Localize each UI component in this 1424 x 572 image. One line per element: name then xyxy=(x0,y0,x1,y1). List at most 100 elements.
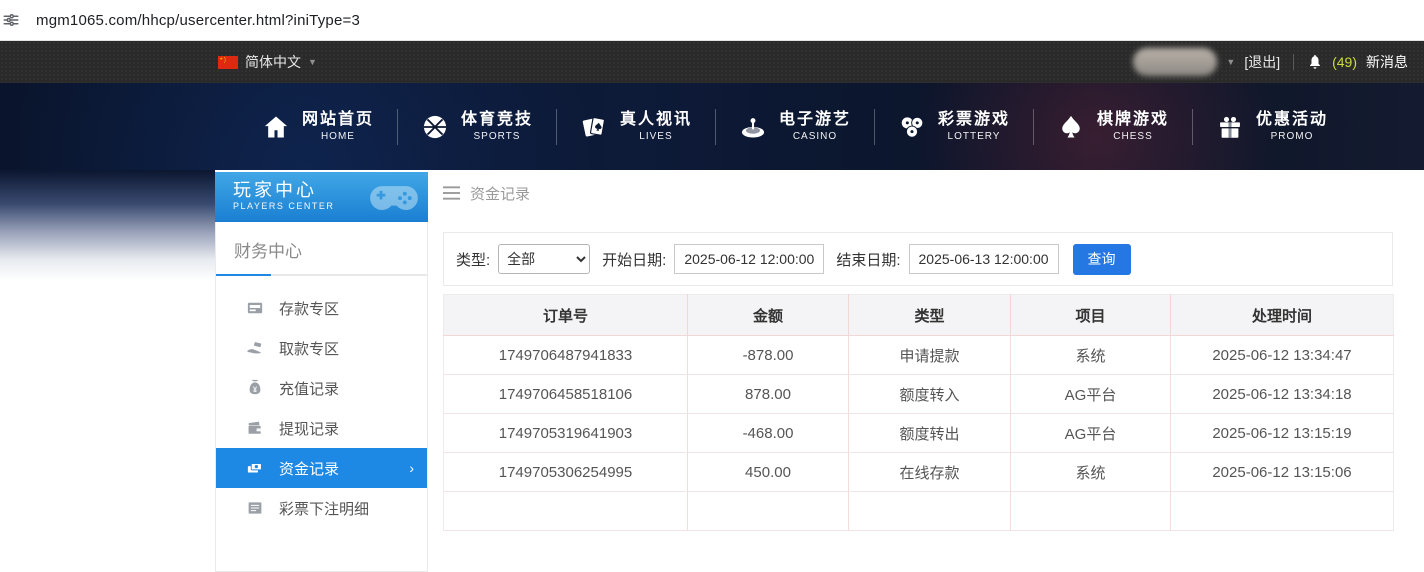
section-underline xyxy=(216,274,427,276)
cell-order-no: 1749705319641903 xyxy=(444,414,688,453)
account-chevron-down-icon[interactable]: ▼ xyxy=(1226,57,1235,67)
message-count[interactable]: (49) xyxy=(1332,54,1357,70)
sidebar-item-label: 存款专区 xyxy=(279,298,339,319)
col-header-process-time: 处理时间 xyxy=(1171,295,1394,336)
sidebar-item-label: 资金记录 xyxy=(279,458,339,479)
nav-title: 体育竞技 xyxy=(461,110,533,130)
cell-item: AG平台 xyxy=(1011,375,1171,414)
table-row: 1749705319641903 -468.00 额度转出 AG平台 2025-… xyxy=(444,414,1394,453)
start-date-input[interactable] xyxy=(674,244,824,274)
page-title: 资金记录 xyxy=(470,183,530,204)
sidebar: 玩家中心 PLAYERS CENTER 财务中心 存款专区 xyxy=(215,172,428,572)
cell-amount: -468.00 xyxy=(688,414,849,453)
table-header-row: 订单号 金额 类型 项目 处理时间 xyxy=(444,295,1394,336)
start-date-label: 开始日期: xyxy=(602,249,666,270)
end-date-input[interactable] xyxy=(909,244,1059,274)
nav-subtitle: CASINO xyxy=(793,130,837,143)
nav-subtitle: LOTTERY xyxy=(948,130,1001,143)
cell-process-time: 2025-06-12 13:34:47 xyxy=(1171,336,1394,375)
cell-type: 额度转出 xyxy=(849,414,1011,453)
cashout-record-icon xyxy=(246,419,264,437)
language-label: 简体中文 xyxy=(245,52,301,72)
cell-order-no: 1749706487941833 xyxy=(444,336,688,375)
nav-title: 棋牌游戏 xyxy=(1097,110,1169,130)
nav-item-lottery[interactable]: 彩票游戏LOTTERY xyxy=(875,110,1033,143)
nav-item-lives[interactable]: 真人视讯LIVES xyxy=(557,110,715,143)
nav-item-home[interactable]: 网站首页HOME xyxy=(239,110,397,143)
nav-subtitle: SPORTS xyxy=(473,130,520,143)
col-header-item: 项目 xyxy=(1011,295,1171,336)
cell-order-no: 1749705306254995 xyxy=(444,453,688,492)
nav-item-casino[interactable]: 电子游艺CASINO xyxy=(716,110,874,143)
nav-title: 电子游艺 xyxy=(779,110,851,130)
cell-process-time: 2025-06-12 13:34:18 xyxy=(1171,375,1394,414)
top-bar: 简体中文 ▼ ▼ [退出] (49) 新消息 xyxy=(0,41,1424,83)
notification-bell-icon[interactable] xyxy=(1307,54,1323,70)
chevron-down-icon: ▼ xyxy=(308,57,317,67)
breadcrumb: 资金记录 xyxy=(443,180,1393,206)
sidebar-item-label: 彩票下注明细 xyxy=(279,498,369,519)
nav-subtitle: LIVES xyxy=(639,130,672,143)
players-center-header: 玩家中心 PLAYERS CENTER xyxy=(215,172,428,222)
nav-title: 网站首页 xyxy=(302,110,374,130)
cell-item: AG平台 xyxy=(1011,414,1171,453)
chess-spade-icon xyxy=(1057,113,1085,141)
nav-title: 彩票游戏 xyxy=(938,110,1010,130)
sidebar-item-deposit-zone[interactable]: 存款专区 xyxy=(216,288,427,328)
end-date-label: 结束日期: xyxy=(836,249,900,270)
menu-icon[interactable] xyxy=(443,186,460,200)
col-header-order-no: 订单号 xyxy=(444,295,688,336)
home-icon xyxy=(262,113,290,141)
new-messages-link[interactable]: 新消息 xyxy=(1366,52,1408,72)
cell-process-time: 2025-06-12 13:15:19 xyxy=(1171,414,1394,453)
cell-amount: 878.00 xyxy=(688,375,849,414)
cell-type: 申请提款 xyxy=(849,336,1011,375)
cell-amount: -878.00 xyxy=(688,336,849,375)
sports-icon xyxy=(421,113,449,141)
nav-item-promo[interactable]: 优惠活动PROMO xyxy=(1193,110,1351,143)
username-redacted[interactable] xyxy=(1133,48,1217,76)
chevron-right-icon: › xyxy=(409,460,414,476)
sidebar-item-withdraw-zone[interactable]: 取款专区 xyxy=(216,328,427,368)
table-row-partial xyxy=(444,492,1394,531)
cell-item: 系统 xyxy=(1011,453,1171,492)
sidebar-body: 财务中心 存款专区 取款专区 xyxy=(215,222,428,572)
china-flag-icon xyxy=(218,56,238,69)
nav-item-chess[interactable]: 棋牌游戏CHESS xyxy=(1034,110,1192,143)
table-row: 1749706458518106 878.00 额度转入 AG平台 2025-0… xyxy=(444,375,1394,414)
sidebar-item-recharge-records[interactable]: 充值记录 xyxy=(216,368,427,408)
deposit-icon xyxy=(246,299,264,317)
language-selector[interactable]: 简体中文 ▼ xyxy=(218,52,317,72)
main-content: 资金记录 类型: 全部 开始日期: 结束日期: 查询 订单号 金额 类型 项目 … xyxy=(443,180,1393,531)
browser-address-bar[interactable]: mgm1065.com/hhcp/usercenter.html?iniType… xyxy=(0,0,1424,41)
sidebar-item-label: 提现记录 xyxy=(279,418,339,439)
sidebar-item-funds-records[interactable]: 资金记录 › xyxy=(216,448,427,488)
col-header-amount: 金额 xyxy=(688,295,849,336)
site-settings-icon[interactable] xyxy=(2,11,20,29)
cell-item: 系统 xyxy=(1011,336,1171,375)
logout-link[interactable]: [退出] xyxy=(1244,52,1280,72)
url-text[interactable]: mgm1065.com/hhcp/usercenter.html?iniType… xyxy=(36,12,360,29)
main-navigation: 网站首页HOME 体育竞技SPORTS 真人视讯LIVES 电子游艺CASINO xyxy=(166,83,1424,170)
type-select[interactable]: 全部 xyxy=(498,244,590,274)
cell-process-time: 2025-06-12 13:15:06 xyxy=(1171,453,1394,492)
gamepad-icon xyxy=(368,176,420,218)
recharge-record-icon xyxy=(246,379,264,397)
funds-record-table: 订单号 金额 类型 项目 处理时间 1749706487941833 -878.… xyxy=(443,294,1394,531)
cell-type: 额度转入 xyxy=(849,375,1011,414)
bet-detail-icon xyxy=(246,499,264,517)
cell-amount: 450.00 xyxy=(688,453,849,492)
col-header-type: 类型 xyxy=(849,295,1011,336)
table-row: 1749706487941833 -878.00 申请提款 系统 2025-06… xyxy=(444,336,1394,375)
withdraw-icon xyxy=(246,339,264,357)
query-button[interactable]: 查询 xyxy=(1073,244,1131,275)
type-label: 类型: xyxy=(456,249,490,270)
sidebar-item-lottery-bet-details[interactable]: 彩票下注明细 xyxy=(216,488,427,528)
table-row: 1749705306254995 450.00 在线存款 系统 2025-06-… xyxy=(444,453,1394,492)
finance-center-heading: 财务中心 xyxy=(216,222,427,274)
nav-item-sports[interactable]: 体育竞技SPORTS xyxy=(398,110,556,143)
sidebar-item-label: 充值记录 xyxy=(279,378,339,399)
sidebar-item-cashout-records[interactable]: 提现记录 xyxy=(216,408,427,448)
casino-icon xyxy=(739,113,767,141)
cell-order-no: 1749706458518106 xyxy=(444,375,688,414)
